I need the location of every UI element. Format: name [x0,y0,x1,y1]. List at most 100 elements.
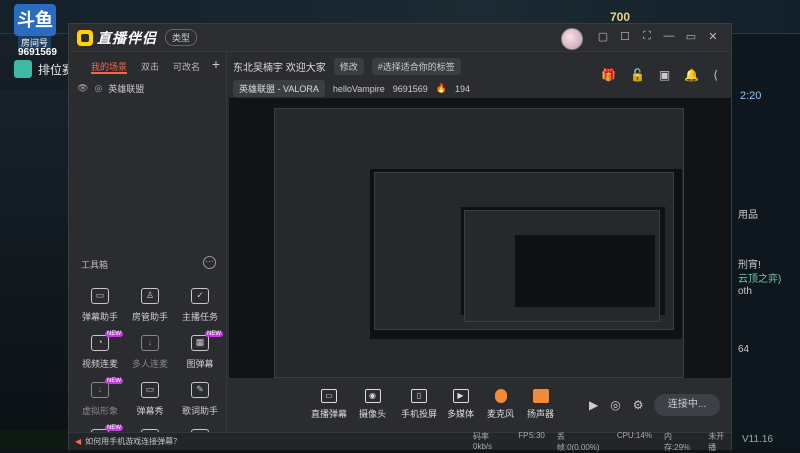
sidebar: 我的场景 双击 可改名 + 👁 ◎ 英雄联盟 工具箱 ··· ▭ 弹幕助手 ♙ 房管… [69,52,227,445]
camera-icon: ◉ [364,389,381,403]
right-text-3: 云顶之弈) [738,274,782,285]
stream-info: 东北吴楠宇 欢迎大家 修改 #选择适合你的标签 英雄联盟 - VALORA he… [233,58,470,97]
tool-video-link[interactable]: NEW ◔ 视频连麦 [75,331,125,370]
tab-my-scenes[interactable]: 我的场景 [91,60,128,74]
tool-image-danmu[interactable]: NEW ▦ 图弹幕 [175,331,225,370]
microphone-button[interactable]: 麦克风 [487,389,514,420]
stream-stats: 码率0kb/s FPS:30 丢帧:0(0.00%) CPU:14% 内存:29… [473,431,731,453]
room-id: 9691569 [18,47,57,58]
game-left-panel [0,90,68,430]
memory-usage: 内存:29% [663,431,691,452]
message-icon[interactable]: ▢ [597,30,609,43]
maximize-icon[interactable]: ▭ [685,30,697,43]
rank-icon [14,60,32,78]
bell-icon[interactable]: 🔔 [684,68,699,82]
close-icon[interactable]: ✕ [707,30,719,43]
tool-danmu-helper[interactable]: ▭ 弹幕助手 [75,288,125,323]
phone-cast-button[interactable]: ▯ 手机投屏 [401,389,437,420]
virtual-avatar-icon: ↓ [91,382,109,398]
fps: FPS:30 [518,430,545,440]
right-text-1: 用品 [738,210,758,221]
tool-room-admin[interactable]: ♙ 房管助手 [125,288,175,323]
hot-count: 194 [455,83,471,94]
lock-icon[interactable]: 🔓 [630,68,645,82]
douyu-logo: 斗鱼 [14,4,56,36]
stream-room-id: 9691569 [392,83,428,94]
rank-mode[interactable]: 排位赛 [14,60,74,78]
right-text-4: oth [738,286,752,297]
minimize-icon[interactable]: — [663,30,675,43]
tab-rename[interactable]: 可改名 [173,60,200,74]
type-selector[interactable]: 类型 [165,29,198,46]
lyrics-icon: ✎ [191,382,209,398]
toolbox-more-button[interactable]: ··· [203,256,216,269]
hot-icon: 🔥 [435,83,447,93]
live-state: 未开播 [708,431,725,452]
admin-icon: ♙ [141,288,159,304]
new-badge: NEW [105,331,123,337]
new-badge: NEW [205,331,223,337]
bottom-right-icons: ▶ ◎ ⚙ [589,398,643,412]
app-logo-icon [77,29,93,46]
scene-tabs: 我的场景 双击 可改名 + [69,52,226,74]
preview-toggle-icon[interactable]: ◎ [610,398,620,412]
scene-item[interactable]: 👁 ◎ 英雄联盟 [69,74,226,103]
dropped-frames: 丢帧:0(0.00%) [556,431,600,452]
header-icons: 🎁 🔓 ▣ 🔔 ⟨ [601,68,718,82]
right-text-2: 刑宵! [738,260,761,271]
speaker-icon [532,389,549,403]
edit-title-button[interactable]: 修改 [333,58,364,75]
multimedia-button[interactable]: ▶ 多媒体 [447,389,474,420]
avatar[interactable] [561,28,583,50]
danmu-show-icon: ▭ [141,382,159,398]
tool-grid: ▭ 弹幕助手 ♙ 房管助手 ✓ 主播任务 NEW ◔ 视频连麦 ↓ 多人连麦 NEW ▦ 图弹幕… [75,288,225,445]
danmu-icon: ▭ [321,389,337,403]
tool-multi-link[interactable]: ↓ 多人连麦 [125,335,175,370]
app-title: 直播伴侣 [97,29,157,46]
title-bar[interactable]: 直播伴侣 类型 ▢ ☐ ⛶ — ▭ ✕ [69,24,731,52]
speaker-button[interactable]: 扬声器 [527,389,554,420]
toolbox-title: 工具箱 [81,260,109,270]
record-icon[interactable]: ▶ [589,398,598,412]
tool-streamer-task[interactable]: ✓ 主播任务 [175,288,225,323]
image-danmu-icon: ▦ [191,335,209,351]
box-icon[interactable]: ▣ [659,68,670,82]
live-danmu-button[interactable]: ▭ 直播弹幕 [311,389,347,420]
layout-icon[interactable]: ☐ [619,30,631,43]
gift-icon[interactable]: 🎁 [601,68,616,82]
game-time: 2:20 [740,90,762,102]
news-ticker[interactable]: ◀ 如何用手机游戏连接弹幕？ [75,436,181,447]
camera-button[interactable]: ◉ 摄像头 [359,389,386,420]
preview-canvas[interactable] [229,98,731,378]
task-icon: ✓ [191,288,209,304]
announcement-icon: ◀ [75,437,82,446]
tool-virtual-avatar[interactable]: NEW ↓ 虚拟形象 [75,378,125,417]
microphone-icon [494,389,507,403]
tool-lyrics-helper[interactable]: ✎ 歌词助手 [175,382,225,417]
multi-link-icon: ↓ [141,335,159,351]
bitrate: 码率0kb/s [473,431,493,451]
settings-gear-icon[interactable]: ⚙ [633,398,644,412]
right-text-5: 64 [738,344,750,355]
new-badge: NEW [105,425,123,431]
fullscreen-icon[interactable]: ⛶ [641,30,653,43]
danmu-icon: ▭ [91,288,109,304]
stream-app-window: 直播伴侣 类型 ▢ ☐ ⛶ — ▭ ✕ 我的场景 双击 可改名 + 👁 ◎ 英雄… [68,23,732,453]
add-scene-button[interactable]: + [212,56,220,72]
tag-select-button[interactable]: #选择适合你的标签 [371,58,461,75]
tab-double-click[interactable]: 双击 [141,60,159,74]
category-button[interactable]: 英雄联盟 - VALORA [233,80,325,97]
video-link-icon: ◔ [91,335,109,351]
window-controls: ▢ ☐ ⛶ — ▭ ✕ [597,30,719,43]
eye-icon[interactable]: 👁 [77,83,88,94]
cpu-usage: CPU:14% [616,430,652,440]
status-bar: ◀ 如何用手机游戏连接弹幕？ 码率0kb/s FPS:30 丢帧:0(0.00%)… [69,431,731,453]
stream-title: 东北吴楠宇 欢迎大家 [233,63,326,74]
share-icon[interactable]: ⟨ [713,68,718,82]
phone-icon: ▯ [411,389,427,403]
scene-item-label: 英雄联盟 [108,84,145,94]
tool-danmu-show[interactable]: ▭ 弹幕秀 [125,382,175,417]
go-live-button[interactable]: 连接中... [654,394,720,416]
game-version: V11.16 [742,434,773,445]
media-icon: ▶ [452,389,469,403]
